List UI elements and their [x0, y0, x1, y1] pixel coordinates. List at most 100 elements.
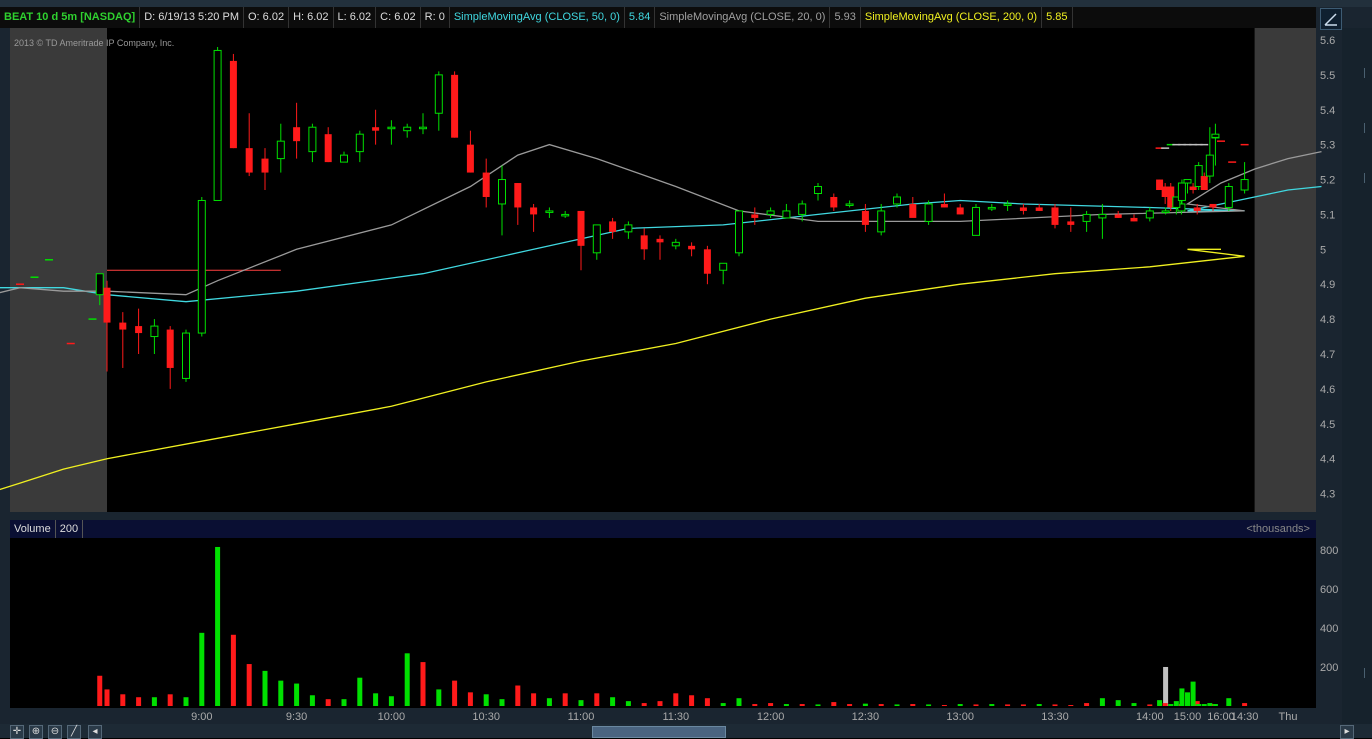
volume-bar [1115, 700, 1121, 706]
time-tick-label: 15:00 [1174, 711, 1202, 723]
scroll-right-button[interactable]: ▸ [1340, 725, 1354, 739]
volume-bar [546, 698, 552, 706]
candle-body-down [119, 322, 127, 330]
volume-bar [1162, 703, 1168, 706]
volume-bar [704, 698, 710, 706]
price-tick-label: 4.3 [1320, 489, 1335, 501]
volume-bar [878, 704, 884, 706]
volume-bar [404, 653, 410, 706]
bar-low: L: 6.02 [334, 7, 377, 28]
volume-bar [1147, 704, 1153, 706]
candle-body-up [845, 203, 854, 206]
bar-close: C: 6.02 [376, 7, 421, 28]
right-side-panel [1342, 28, 1372, 728]
volume-bar [1163, 666, 1169, 706]
volume-bar [483, 694, 489, 706]
candle-body-up [561, 213, 570, 217]
candle-body-down [1114, 214, 1122, 218]
volume-bar [1068, 705, 1074, 706]
time-tick-label: 10:00 [378, 711, 406, 723]
volume-header: Volume 200 <thousands> [10, 520, 1316, 538]
candle-body-up [735, 210, 743, 254]
volume-bar [1242, 703, 1248, 706]
volume-bar [926, 704, 932, 706]
price-tick-label: 5.6 [1320, 35, 1335, 47]
volume-bar [720, 703, 726, 706]
candle-body-up [340, 154, 348, 163]
chart-canvas[interactable]: 5.6 5.5 5.4 5.3 5.2 5.1 5 4.9 4.8 4.7 4.6 4.5 4.4 4.3… [0, 28, 1342, 724]
candle-body-up [387, 126, 396, 130]
time-tick-label: Thu [1279, 711, 1298, 723]
drawing-tools-button[interactable] [1320, 8, 1342, 30]
zoom-out-icon: ⊖ [50, 726, 60, 737]
candle-body-down [830, 196, 838, 208]
candle-body-up [419, 126, 427, 130]
volume-bar [1190, 681, 1196, 706]
sma200-label[interactable]: SimpleMovingAvg (CLOSE, 200, 0) [861, 7, 1043, 28]
candle-body-down [135, 326, 143, 334]
sma50-label[interactable]: SimpleMovingAvg (CLOSE, 50, 0) [450, 7, 625, 28]
candle-body-up [197, 199, 206, 334]
price-tick-label: 5.2 [1320, 175, 1335, 187]
scroll-left-button[interactable]: ◂ [88, 725, 102, 739]
volume-bar [815, 704, 821, 706]
volume-bar [499, 699, 505, 706]
price-tick-label: 5.3 [1320, 140, 1335, 152]
bottom-toolbar: ✛ ⊕ ⊖ ╱ ◂ ▸ [0, 724, 1372, 739]
bar-open: O: 6.02 [244, 7, 290, 28]
volume-bar [1157, 700, 1163, 706]
volume-bar [768, 703, 774, 706]
volume-bar [578, 700, 584, 706]
candle-body-up [1098, 213, 1107, 219]
volume-bar [531, 693, 537, 706]
time-tick-label: 13:30 [1041, 711, 1069, 723]
candle-body-down [451, 74, 459, 138]
volume-bar [104, 689, 110, 706]
candle-body-up [1240, 179, 1249, 191]
candle-body-up [213, 49, 222, 201]
pan-button[interactable]: ✛ [10, 725, 24, 739]
candle-body-up [624, 224, 633, 233]
volume-bar [862, 703, 868, 706]
sma20-label[interactable]: SimpleMovingAvg (CLOSE, 20, 0) [655, 7, 831, 28]
volume-bar [1226, 698, 1232, 706]
price-tick-label: 5.1 [1320, 209, 1335, 221]
volume-bar [1005, 704, 1011, 706]
volume-bar [341, 699, 347, 706]
symbol-label[interactable]: BEAT 10 d 5m [NASDAQ] [0, 7, 141, 28]
time-tick-label: 11:30 [662, 711, 689, 723]
zoom-in-button[interactable]: ⊕ [29, 725, 43, 739]
candle-body-up [893, 196, 901, 205]
panel-tick [1350, 668, 1365, 678]
draw-line-button[interactable]: ╱ [67, 725, 81, 739]
volume-label[interactable]: Volume [10, 520, 56, 538]
volume-bar [309, 695, 315, 706]
price-tick-label: 4.4 [1320, 454, 1335, 466]
volume-tick-label: 200 [1320, 662, 1338, 674]
time-tick-label: 12:30 [852, 711, 880, 723]
candle-body-down [940, 203, 948, 208]
candle-body-down [1067, 221, 1075, 225]
candle-body-down [166, 329, 174, 368]
volume-bar [167, 694, 173, 706]
volume-bar [673, 693, 679, 706]
scrollbar-thumb[interactable] [592, 726, 726, 738]
volume-bar [357, 677, 363, 706]
volume-units: <thousands> [1246, 523, 1310, 535]
candle-body-down [703, 249, 711, 274]
volume-bar [957, 704, 963, 706]
bar-range: R: 0 [421, 7, 450, 28]
volume-bar [515, 685, 521, 706]
zoom-out-button[interactable]: ⊖ [48, 725, 62, 739]
candle-body-up [434, 74, 443, 114]
volume-bar [989, 704, 995, 706]
candle-body-down [640, 235, 648, 250]
time-tick-label: 9:00 [191, 711, 212, 723]
volume-bar [278, 680, 284, 706]
chevron-right-icon: ▸ [1344, 726, 1350, 737]
volume-pane[interactable] [10, 538, 1316, 708]
candle-body-up [308, 126, 317, 153]
volume-bar [1173, 701, 1179, 706]
price-tick-label: 4.6 [1320, 384, 1335, 396]
volume-bar [230, 634, 236, 706]
